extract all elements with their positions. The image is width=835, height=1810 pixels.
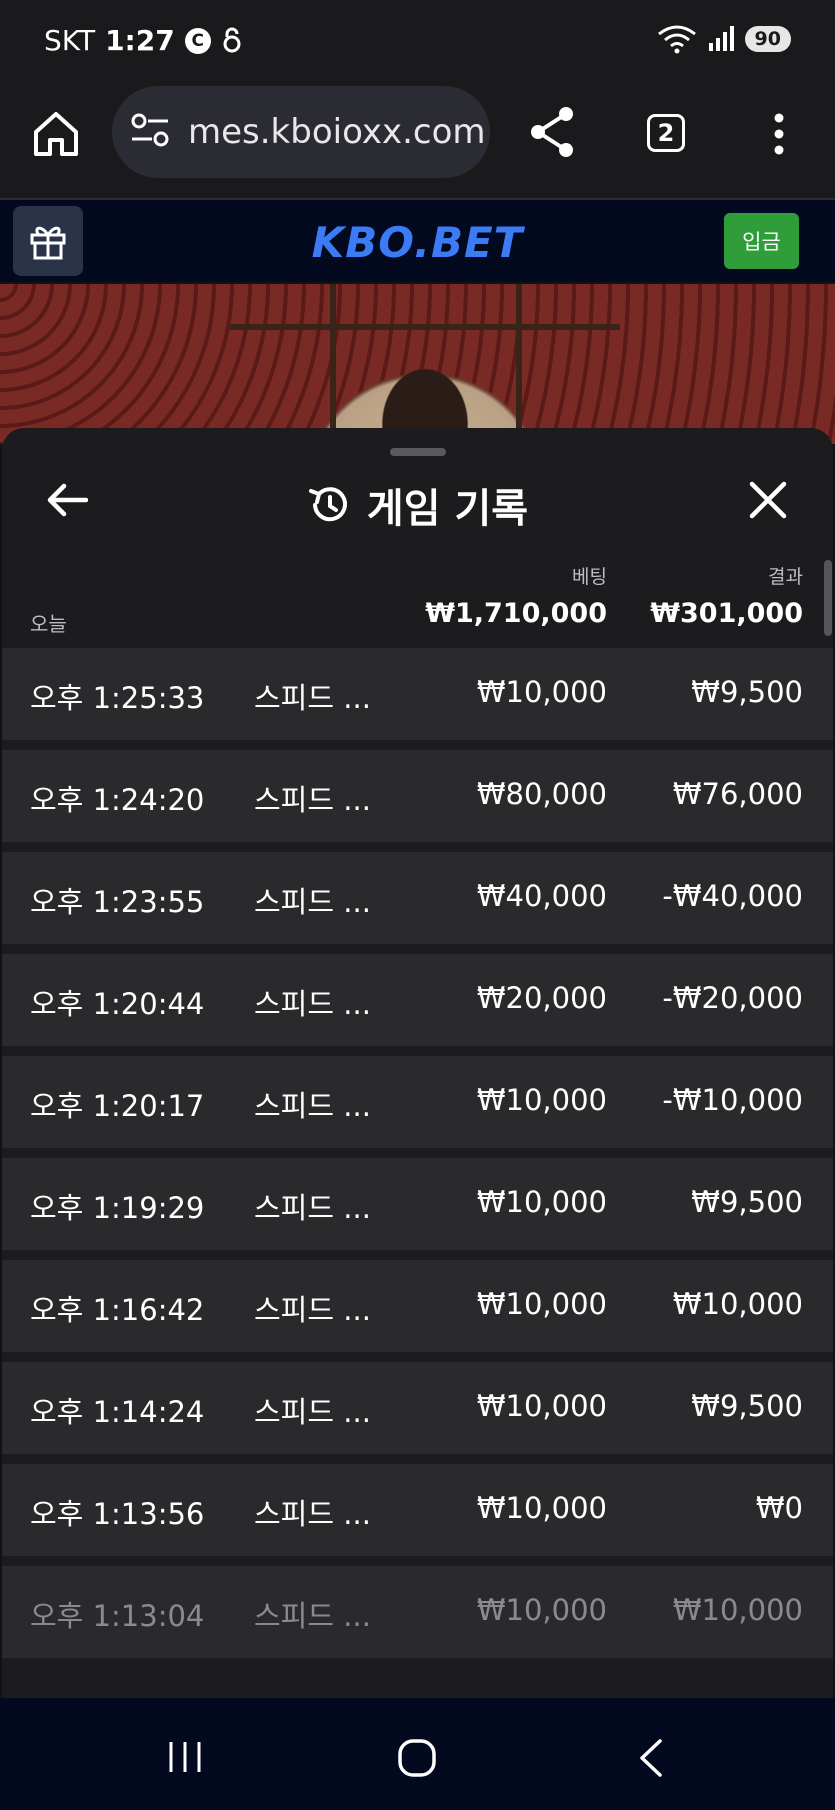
- row-bet: ₩10,000: [476, 1389, 607, 1423]
- row-time: 오후 1:24:20: [30, 783, 205, 817]
- today-label: 오늘: [30, 612, 67, 636]
- system-nav-bar: [0, 1698, 835, 1810]
- clock: 1:27: [105, 24, 175, 57]
- row-game: 스피드 ...: [254, 987, 371, 1021]
- history-row[interactable]: 오후 1:20:17 스피드 ... ₩10,000 -₩10,000: [2, 1056, 833, 1148]
- window-frame: [330, 284, 336, 444]
- sheet-drag-handle[interactable]: [390, 448, 446, 456]
- history-row[interactable]: 오후 1:19:29 스피드 ... ₩10,000 ₩9,500: [2, 1158, 833, 1250]
- row-result: ₩10,000: [672, 1593, 803, 1627]
- window-frame: [230, 324, 620, 330]
- history-row[interactable]: 오후 1:13:56 스피드 ... ₩10,000 ₩0: [2, 1464, 833, 1556]
- total-bet-value: ₩1,710,000: [425, 598, 607, 629]
- scrollbar[interactable]: [824, 560, 832, 636]
- row-time: 오후 1:16:42: [30, 1293, 205, 1327]
- history-row[interactable]: 오후 1:25:33 스피드 ... ₩10,000 ₩9,500: [2, 648, 833, 740]
- site-settings-icon[interactable]: [130, 112, 170, 148]
- sheet-title: 게임 기록: [366, 486, 529, 532]
- tab-switcher-button[interactable]: 2: [647, 114, 685, 152]
- row-bet: ₩10,000: [476, 675, 607, 709]
- window-frame: [516, 284, 522, 444]
- wifi-icon: [657, 25, 696, 54]
- row-time: 오후 1:13:04: [30, 1599, 205, 1633]
- row-game: 스피드 ...: [254, 1293, 371, 1327]
- c-badge-icon: C: [184, 27, 211, 54]
- row-bet: ₩10,000: [476, 1083, 607, 1117]
- game-history-sheet: 게임 기록 베팅 결과 오늘 ₩1,710,000 ₩301,000 오후 1:…: [2, 428, 833, 1698]
- total-result-value: ₩301,000: [650, 598, 803, 629]
- home-nav-icon[interactable]: [397, 1738, 437, 1778]
- recent-apps-icon[interactable]: [167, 1740, 203, 1774]
- row-game: 스피드 ...: [254, 1191, 371, 1225]
- row-time: 오후 1:20:17: [30, 1089, 205, 1123]
- site-logo[interactable]: KBO.BET: [0, 218, 835, 267]
- deposit-button[interactable]: 입금: [724, 213, 799, 269]
- back-nav-icon[interactable]: [636, 1738, 664, 1778]
- bet-column-header: 베팅: [572, 566, 607, 588]
- status-left: SKT 1:27 C: [44, 24, 243, 57]
- row-result: -₩20,000: [662, 981, 803, 1015]
- row-game: 스피드 ...: [254, 885, 371, 919]
- lock-notification-icon: [223, 27, 241, 52]
- row-result: ₩9,500: [691, 1389, 803, 1423]
- row-game: 스피드 ...: [254, 1599, 371, 1633]
- result-column-header: 결과: [768, 566, 803, 588]
- row-time: 오후 1:19:29: [30, 1191, 205, 1225]
- battery-indicator: 90: [744, 26, 791, 52]
- history-row[interactable]: 오후 1:16:42 스피드 ... ₩10,000 ₩10,000: [2, 1260, 833, 1352]
- live-video-preview: [0, 284, 835, 444]
- site-header: KBO.BET 입금: [0, 200, 835, 282]
- row-result: ₩76,000: [672, 777, 803, 811]
- row-game: 스피드 ...: [254, 1395, 371, 1429]
- row-result: ₩10,000: [672, 1287, 803, 1321]
- share-icon[interactable]: [526, 104, 578, 160]
- sheet-header: 게임 기록: [2, 476, 833, 534]
- row-result: -₩10,000: [662, 1083, 803, 1117]
- row-result: -₩40,000: [662, 879, 803, 913]
- browser-toolbar: mes.kboioxx.com 2: [0, 86, 835, 200]
- row-result: ₩9,500: [691, 1185, 803, 1219]
- url-text[interactable]: mes.kboioxx.com: [188, 112, 486, 152]
- row-time: 오후 1:25:33: [30, 681, 205, 715]
- row-bet: ₩80,000: [476, 777, 607, 811]
- carrier-label: SKT: [44, 24, 96, 57]
- row-bet: ₩20,000: [476, 981, 607, 1015]
- row-time: 오후 1:13:56: [30, 1497, 205, 1531]
- row-game: 스피드 ...: [254, 783, 371, 817]
- history-list: 오후 1:25:33 스피드 ... ₩10,000 ₩9,500 오후 1:2…: [2, 648, 833, 1668]
- row-game: 스피드 ...: [254, 1497, 371, 1531]
- row-time: 오후 1:20:44: [30, 987, 205, 1021]
- status-right: 90: [657, 24, 791, 54]
- close-icon[interactable]: [748, 480, 788, 520]
- more-menu-icon[interactable]: [770, 112, 788, 156]
- history-row[interactable]: 오후 1:20:44 스피드 ... ₩20,000 -₩20,000: [2, 954, 833, 1046]
- row-bet: ₩10,000: [476, 1491, 607, 1525]
- row-bet: ₩10,000: [476, 1287, 607, 1321]
- address-bar[interactable]: mes.kboioxx.com: [112, 86, 490, 178]
- history-row[interactable]: 오후 1:24:20 스피드 ... ₩80,000 ₩76,000: [2, 750, 833, 842]
- row-bet: ₩10,000: [476, 1593, 607, 1627]
- row-result: ₩9,500: [691, 675, 803, 709]
- row-bet: ₩10,000: [476, 1185, 607, 1219]
- history-icon: [308, 487, 347, 522]
- row-time: 오후 1:23:55: [30, 885, 205, 919]
- row-game: 스피드 ...: [254, 1089, 371, 1123]
- history-row[interactable]: 오후 1:23:55 스피드 ... ₩40,000 -₩40,000: [2, 852, 833, 944]
- history-row[interactable]: 오후 1:13:04 스피드 ... ₩10,000 ₩10,000: [2, 1566, 833, 1658]
- status-bar: SKT 1:27 C 90: [0, 0, 835, 86]
- history-row[interactable]: 오후 1:14:24 스피드 ... ₩10,000 ₩9,500: [2, 1362, 833, 1454]
- home-icon[interactable]: [30, 108, 82, 160]
- row-game: 스피드 ...: [254, 681, 371, 715]
- row-time: 오후 1:14:24: [30, 1395, 205, 1429]
- row-bet: ₩40,000: [476, 879, 607, 913]
- row-result: ₩0: [755, 1491, 803, 1525]
- signal-icon: [708, 26, 734, 51]
